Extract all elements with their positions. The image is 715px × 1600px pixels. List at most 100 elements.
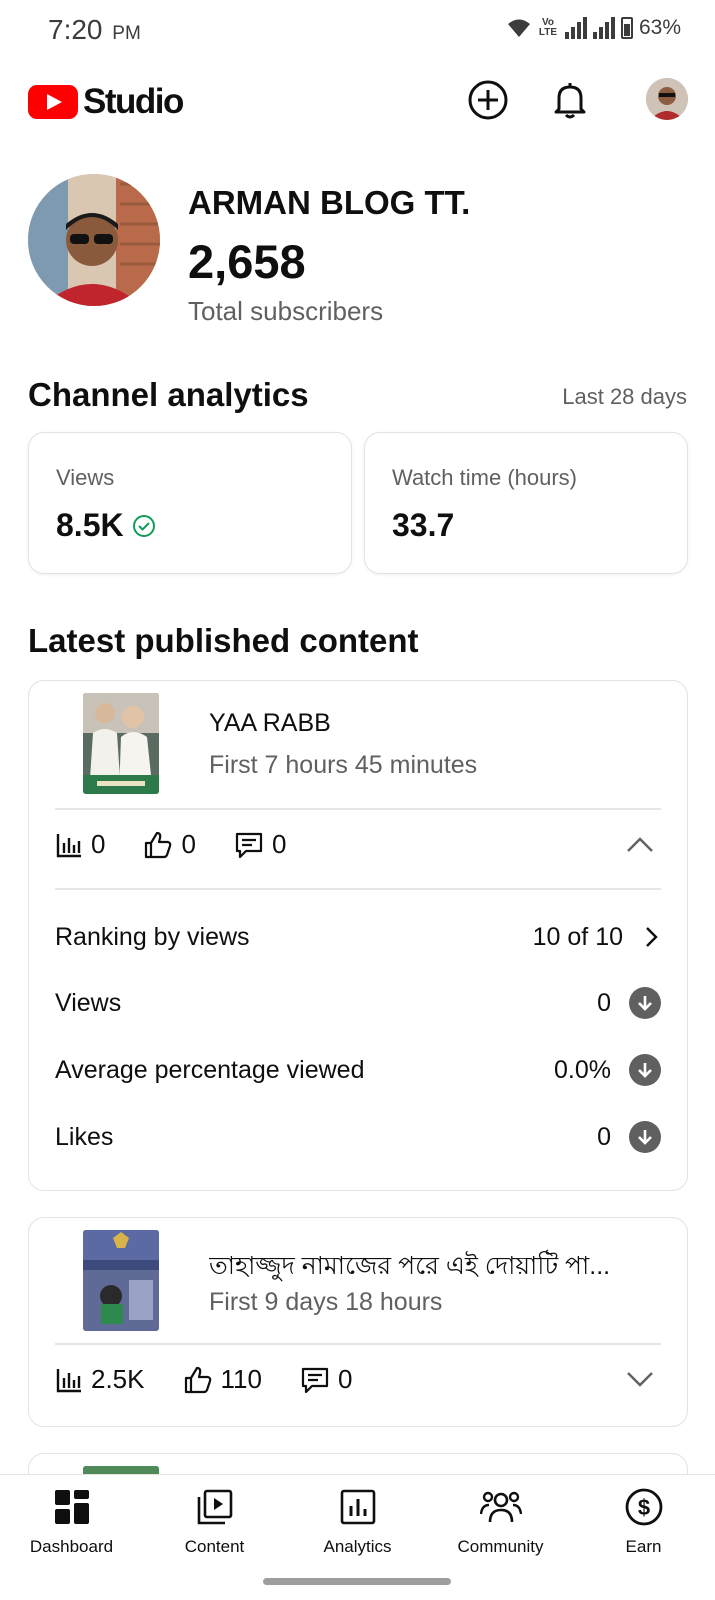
views-value-row: 8.5K bbox=[56, 507, 156, 544]
video-card[interactable]: YAA RABB First 7 hours 45 minutes 0 0 0 … bbox=[28, 680, 688, 1191]
detail-value: 0.0% bbox=[554, 1055, 611, 1084]
notifications-button[interactable] bbox=[548, 78, 592, 122]
nav-community[interactable]: Community bbox=[429, 1485, 572, 1575]
views-count: 2.5K bbox=[91, 1364, 145, 1394]
watch-time-label: Watch time (hours) bbox=[392, 465, 578, 490]
nav-label: Dashboard bbox=[29, 1537, 114, 1556]
channel-avatar[interactable] bbox=[28, 174, 160, 306]
chevron-right-icon bbox=[646, 927, 658, 947]
video-thumbnail[interactable] bbox=[83, 1230, 159, 1331]
status-bar: 7:20 PM Vo LTE 63% bbox=[0, 0, 715, 60]
signal-icon bbox=[564, 17, 587, 39]
comment-icon bbox=[301, 1367, 329, 1393]
status-time-value: 7:20 bbox=[48, 14, 103, 45]
views-value: 8.5K bbox=[56, 507, 124, 543]
chevron-down-icon bbox=[627, 1372, 653, 1387]
home-indicator[interactable] bbox=[263, 1578, 451, 1585]
video-title[interactable]: তাহাজ্জুদ নামাজের পরে এই দোয়াটি পা... bbox=[209, 1246, 610, 1289]
divider bbox=[55, 888, 661, 890]
divider bbox=[55, 1343, 661, 1345]
svg-text:$: $ bbox=[637, 1495, 649, 1520]
channel-name: ARMAN BLOG TT. bbox=[188, 184, 471, 221]
earn-icon: $ bbox=[572, 1485, 715, 1529]
chevron-up-icon bbox=[627, 837, 653, 852]
arrow-down-circle-icon bbox=[629, 987, 661, 1019]
latest-content-title: Latest published content bbox=[28, 622, 419, 659]
video-subtitle: First 7 hours 45 minutes bbox=[209, 751, 478, 779]
nav-label: Community bbox=[457, 1537, 544, 1556]
likes-count: 0 bbox=[181, 829, 196, 859]
content-icon bbox=[143, 1485, 286, 1529]
logo-text: Studio bbox=[83, 82, 184, 121]
avg-percentage-row: Average percentage viewed 0.0% bbox=[55, 1050, 661, 1090]
views-card[interactable]: Views 8.5K bbox=[28, 432, 352, 574]
thumb-up-icon bbox=[184, 1366, 211, 1393]
comments-count: 0 bbox=[271, 829, 287, 859]
watch-time-card[interactable]: Watch time (hours) 33.7 bbox=[364, 432, 688, 574]
analytics-range: Last 28 days bbox=[562, 384, 687, 409]
collapse-button[interactable] bbox=[625, 829, 655, 859]
detail-value-wrap: 0 bbox=[597, 1121, 661, 1153]
account-avatar[interactable] bbox=[646, 78, 688, 120]
status-time: 7:20 PM bbox=[48, 14, 141, 46]
youtube-studio-logo[interactable]: Studio bbox=[28, 82, 184, 122]
status-icons: Vo LTE 63% bbox=[507, 16, 681, 40]
community-icon bbox=[429, 1485, 572, 1529]
signal-icon-2 bbox=[592, 17, 615, 39]
ranking-row[interactable]: Ranking by views 10 of 10 bbox=[55, 917, 661, 957]
volte-indicator: Vo LTE bbox=[538, 17, 558, 38]
app-header: Studio bbox=[0, 70, 715, 130]
likes-row: Likes 0 bbox=[55, 1117, 661, 1157]
comment-icon bbox=[235, 832, 263, 858]
watch-time-value-row: 33.7 bbox=[392, 507, 454, 544]
nav-analytics[interactable]: Analytics bbox=[286, 1485, 429, 1575]
detail-value: 0 bbox=[597, 988, 611, 1017]
nav-earn[interactable]: $ Earn bbox=[572, 1485, 715, 1575]
video-stats: 0 0 0 bbox=[55, 829, 324, 860]
video-subtitle: First 9 days 18 hours bbox=[209, 1288, 443, 1316]
views-count: 0 bbox=[91, 829, 106, 859]
detail-value-wrap: 0 bbox=[597, 987, 661, 1019]
create-icon bbox=[468, 80, 508, 120]
arrow-down-circle-icon bbox=[629, 1054, 661, 1086]
nav-label: Content bbox=[184, 1537, 245, 1556]
subscriber-label: Total subscribers bbox=[188, 296, 384, 326]
subscriber-count: 2,658 bbox=[188, 235, 306, 288]
detail-label: Ranking by views bbox=[55, 922, 250, 951]
views-stat: 2.5K bbox=[55, 1364, 145, 1395]
detail-label: Average percentage viewed bbox=[55, 1055, 365, 1084]
comments-stat: 0 bbox=[234, 829, 286, 860]
battery-icon bbox=[620, 17, 633, 39]
comments-count: 0 bbox=[337, 1364, 353, 1394]
arrow-down-circle-icon bbox=[629, 1121, 661, 1153]
bar-chart-icon bbox=[56, 833, 81, 857]
detail-value: 0 bbox=[597, 1122, 611, 1151]
watch-time-value: 33.7 bbox=[392, 507, 455, 543]
video-title[interactable]: YAA RABB bbox=[209, 709, 331, 738]
views-row: Views 0 bbox=[55, 983, 661, 1023]
nav-label: Analytics bbox=[323, 1537, 392, 1556]
detail-label: Views bbox=[55, 988, 122, 1017]
video-thumbnail[interactable] bbox=[83, 693, 159, 794]
thumb-up-icon bbox=[145, 831, 172, 858]
nav-label: Earn bbox=[625, 1537, 662, 1556]
likes-count: 110 bbox=[220, 1364, 262, 1394]
detail-value-wrap: 0.0% bbox=[554, 1054, 661, 1086]
nav-content[interactable]: Content bbox=[143, 1485, 286, 1575]
battery-percent: 63% bbox=[638, 16, 681, 39]
expand-button[interactable] bbox=[625, 1364, 655, 1394]
check-circle-icon bbox=[132, 514, 155, 537]
video-card[interactable]: তাহাজ্জুদ নামাজের পরে এই দোয়াটি পা... F… bbox=[28, 1217, 688, 1427]
comments-stat: 0 bbox=[300, 1364, 352, 1395]
analytics-title: Channel analytics bbox=[28, 376, 309, 413]
likes-stat: 0 bbox=[143, 829, 196, 860]
create-button[interactable] bbox=[466, 78, 510, 122]
views-stat: 0 bbox=[55, 829, 105, 860]
bar-chart-icon bbox=[56, 1368, 81, 1392]
dashboard-icon bbox=[0, 1485, 143, 1529]
detail-label: Likes bbox=[55, 1122, 114, 1151]
views-label: Views bbox=[56, 465, 115, 490]
status-time-period: PM bbox=[112, 23, 141, 44]
nav-dashboard[interactable]: Dashboard bbox=[0, 1485, 143, 1575]
video-stats: 2.5K 110 0 bbox=[55, 1364, 390, 1395]
